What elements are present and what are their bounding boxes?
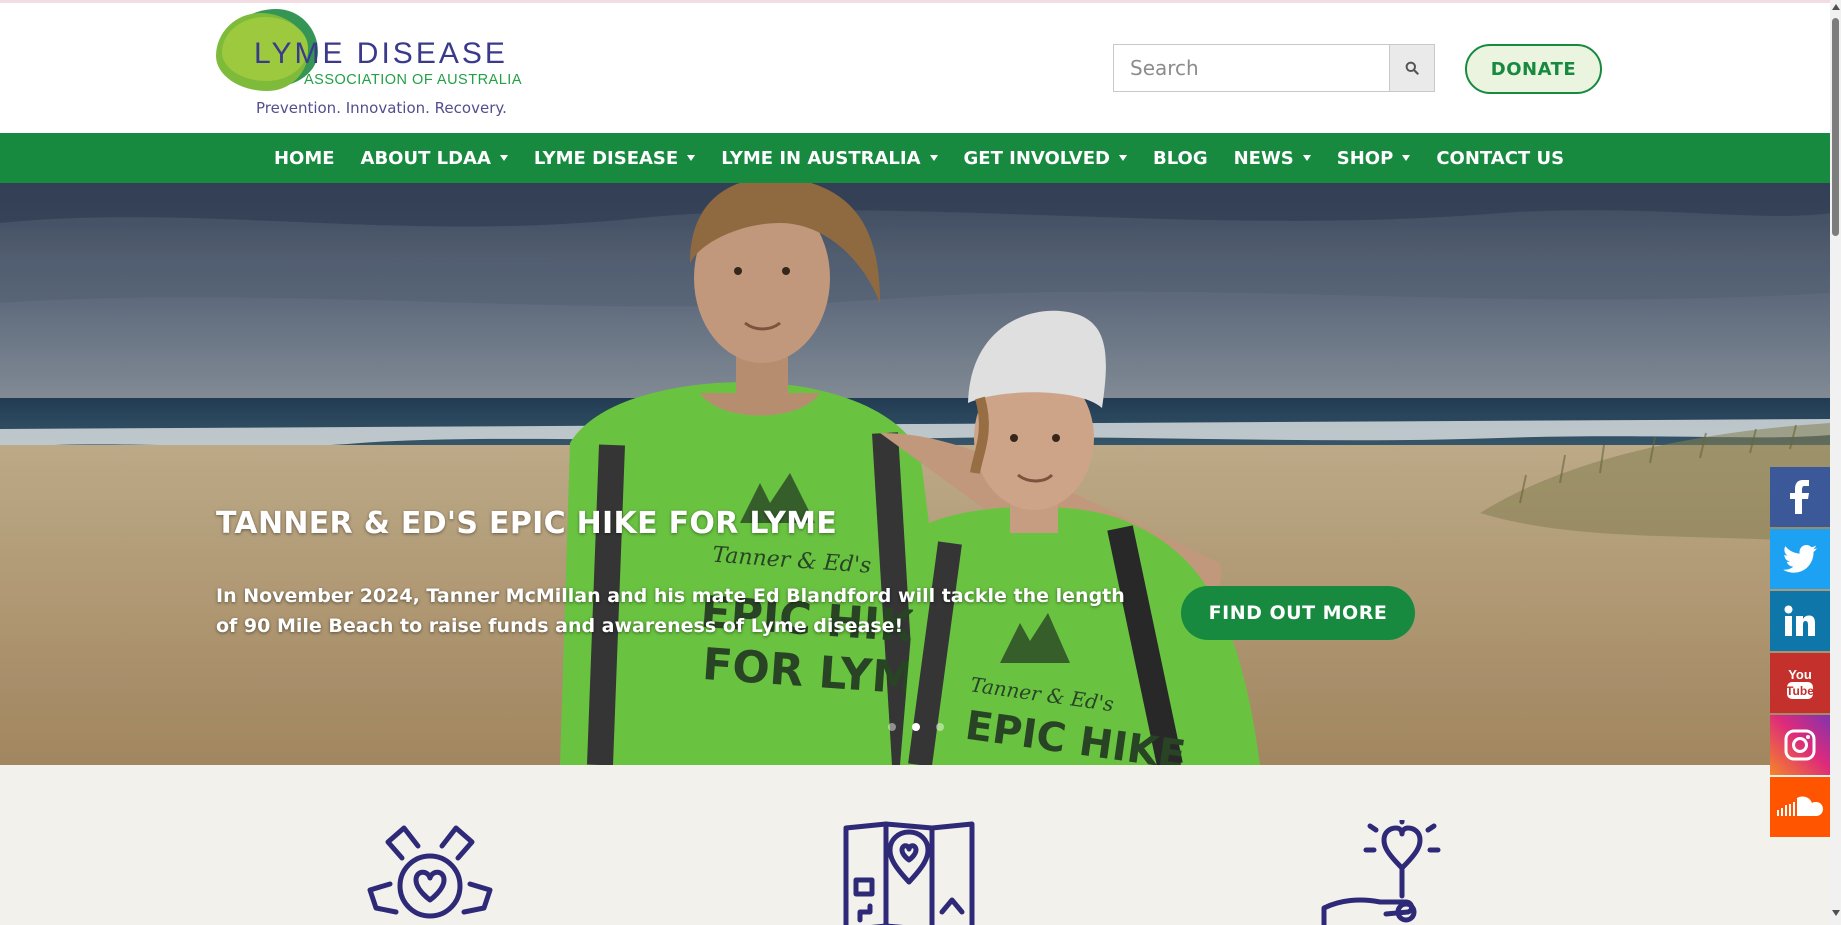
scrollbar[interactable] (1830, 0, 1841, 925)
caret-down-icon (1402, 155, 1411, 161)
instagram-icon (1784, 729, 1816, 761)
social-bar: You Tube (1770, 467, 1830, 839)
soundcloud-icon (1777, 796, 1823, 818)
nav-item-label: ABOUT LDAA (360, 147, 491, 169)
nav-item-about-ldaa[interactable]: ABOUT LDAA (361, 148, 508, 169)
nav-item-news[interactable]: NEWS (1234, 148, 1311, 169)
logo-title: LYME DISEASE (254, 37, 508, 70)
find-out-more-button[interactable]: FIND OUT MORE (1181, 586, 1415, 640)
slider-dot[interactable] (936, 723, 944, 731)
caret-down-icon (1118, 155, 1127, 161)
slider-dots (888, 723, 944, 731)
linkedin-icon (1784, 605, 1816, 637)
scroll-thumb[interactable] (1832, 18, 1839, 236)
nav-item-blog[interactable]: BLOG (1153, 148, 1208, 169)
nav-item-contact-us[interactable]: CONTACT US (1436, 148, 1564, 169)
nav-item-label: CONTACT US (1436, 147, 1565, 169)
caret-down-icon (499, 155, 508, 161)
hand-heart-idea-icon (1321, 820, 1441, 925)
nav-item-label: BLOG (1152, 147, 1208, 169)
svg-text:Tube: Tube (1786, 684, 1814, 698)
nav-item-label: GET INVOLVED (963, 147, 1110, 169)
nav-item-lyme-disease[interactable]: LYME DISEASE (533, 147, 696, 169)
twitter-icon (1783, 545, 1817, 573)
nav-item-label: NEWS (1233, 147, 1294, 169)
linkedin-button[interactable] (1770, 591, 1830, 651)
page: LYME DISEASE ASSOCIATION OF AUSTRALIA Pr… (0, 0, 1841, 925)
svg-text:You: You (1788, 667, 1812, 682)
scroll-up-arrow[interactable] (1832, 4, 1840, 10)
hero-photo: EPIC HIKE FOR LYME Tanner & Ed's EPIC HI… (0, 183, 1830, 765)
site-header: LYME DISEASE ASSOCIATION OF AUSTRALIA Pr… (0, 3, 1830, 133)
nav-item-label: LYME IN AUSTRALIA (721, 147, 921, 169)
search-input[interactable] (1113, 44, 1389, 92)
instagram-button[interactable] (1770, 715, 1830, 775)
hands-heart-icon (367, 825, 493, 919)
slider-dot[interactable] (912, 723, 920, 731)
donate-button[interactable]: DONATE (1465, 44, 1602, 94)
facebook-icon (1785, 480, 1815, 514)
map-pin-heart-icon (843, 821, 975, 925)
twitter-button[interactable] (1770, 529, 1830, 589)
logo-subtitle: ASSOCIATION OF AUSTRALIA (304, 72, 522, 88)
soundcloud-button[interactable] (1770, 777, 1830, 837)
nav-item-label: HOME (273, 147, 335, 169)
caret-down-icon (929, 155, 938, 161)
site-logo[interactable]: LYME DISEASE ASSOCIATION OF AUSTRALIA Pr… (214, 7, 534, 122)
nav-item-home[interactable]: HOME (274, 148, 335, 169)
youtube-icon: You Tube (1785, 665, 1815, 701)
features-section (0, 765, 1830, 925)
nav-item-label: SHOP (1336, 147, 1394, 169)
hero-description: In November 2024, Tanner McMillan and hi… (216, 585, 1125, 637)
nav-item-shop[interactable]: SHOP (1337, 148, 1411, 169)
search-button[interactable] (1389, 44, 1435, 92)
search-form (1113, 44, 1435, 92)
logo-tagline: Prevention. Innovation. Recovery. (256, 99, 507, 117)
nav-list: HOME ABOUT LDAA LYME DISEASE LYME IN AUSTRA… (0, 133, 1830, 183)
nav-item-label: LYME DISEASE (533, 147, 679, 169)
scroll-down-arrow[interactable] (1832, 910, 1840, 916)
hero-slider: EPIC HIKE FOR LYME Tanner & Ed's EPIC HI… (0, 183, 1830, 765)
caret-down-icon (687, 155, 696, 161)
nav-item-lyme-in-australia[interactable]: LYME IN AUSTRALIA (721, 147, 938, 169)
nav-item-get-involved[interactable]: GET INVOLVED (964, 148, 1127, 169)
search-icon (1405, 61, 1419, 75)
youtube-button[interactable]: You Tube (1770, 653, 1830, 713)
facebook-button[interactable] (1770, 467, 1830, 527)
hero-title: TANNER & ED'S EPIC HIKE FOR LYME (216, 506, 838, 541)
main-nav: HOME ABOUT LDAA LYME DISEASE LYME IN AUSTRA… (0, 133, 1830, 183)
caret-down-icon (1302, 155, 1311, 161)
slider-dot[interactable] (888, 723, 896, 731)
